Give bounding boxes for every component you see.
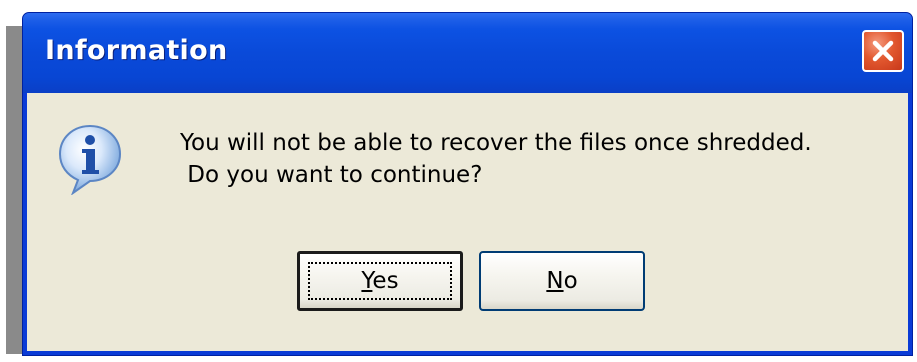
yes-button[interactable]: Yes <box>297 251 463 311</box>
focus-ring <box>308 262 452 300</box>
no-button-label: No <box>546 268 577 294</box>
information-icon <box>58 124 122 195</box>
message-line-1: You will not be able to recover the file… <box>180 130 812 156</box>
no-mnemonic: N <box>546 268 564 294</box>
dialog-title: Information <box>45 35 228 66</box>
no-label-rest: o <box>563 268 578 294</box>
close-button[interactable] <box>862 30 904 72</box>
message-text: You will not be able to recover the file… <box>180 127 812 191</box>
no-button[interactable]: No <box>479 251 645 311</box>
dialog-body: You will not be able to recover the file… <box>27 93 908 351</box>
message-line-2: Do you want to continue? <box>180 162 483 188</box>
information-dialog: Information You will not be able to reco… <box>22 12 913 356</box>
title-bar[interactable]: Information <box>23 13 912 93</box>
close-icon <box>872 40 894 62</box>
